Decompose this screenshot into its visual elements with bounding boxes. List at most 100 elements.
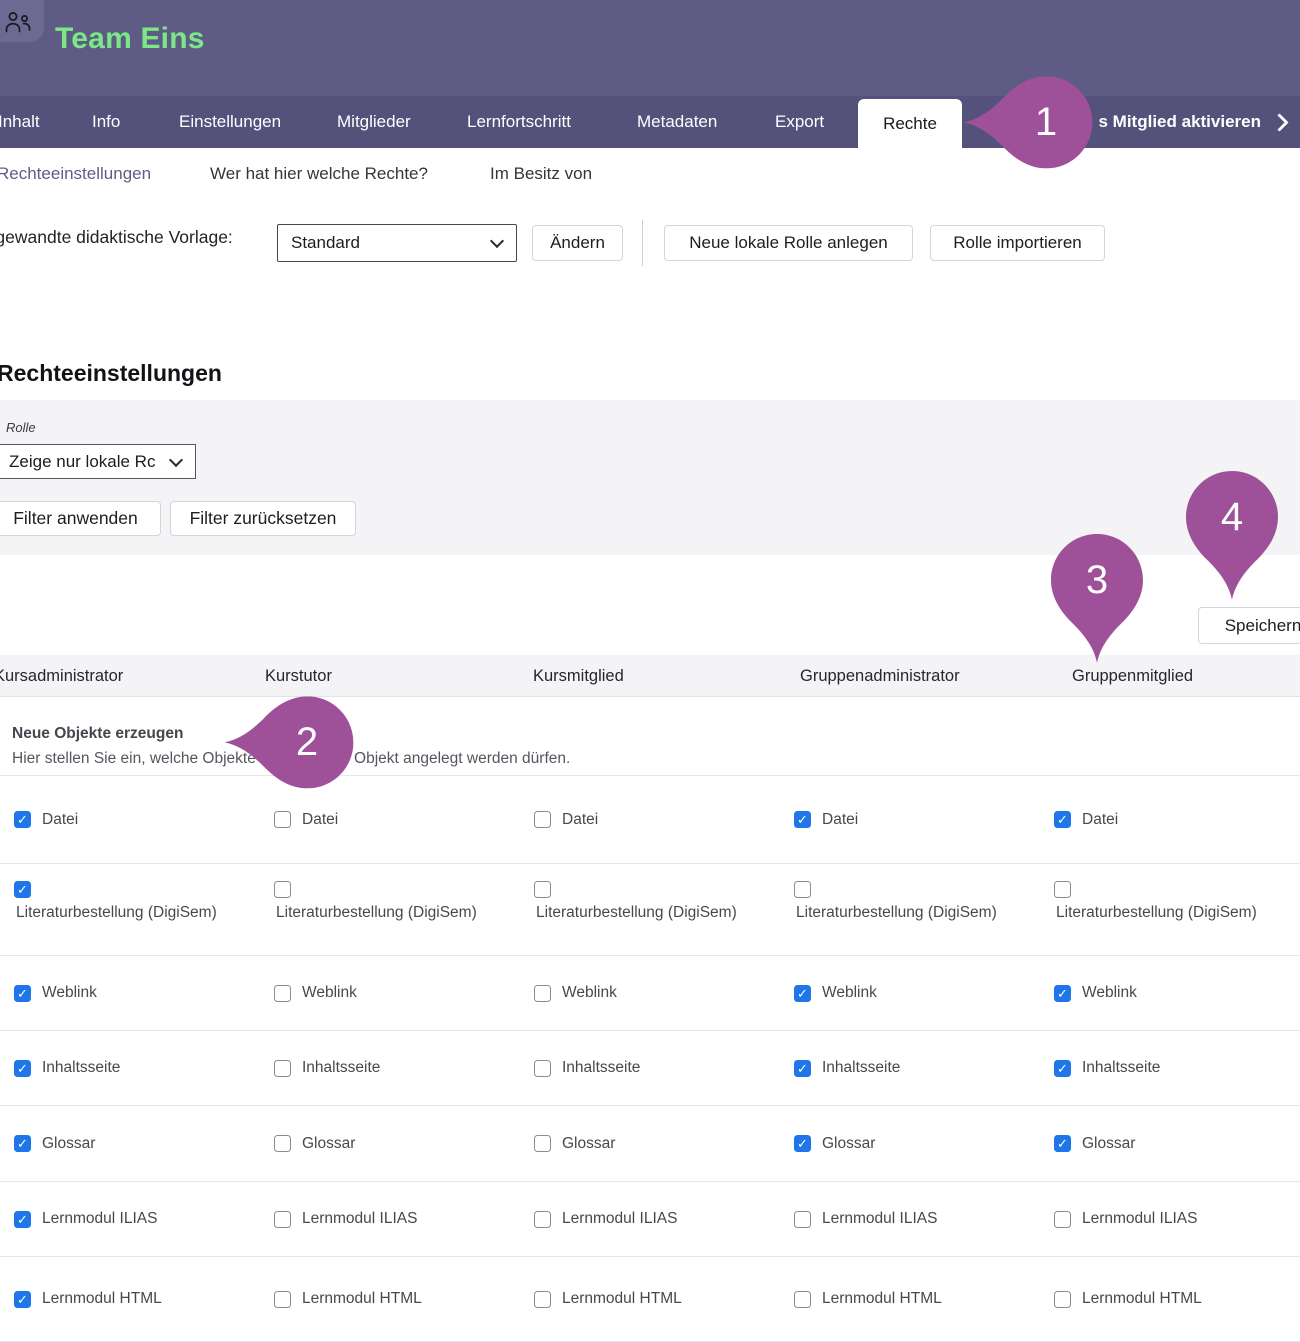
permission-literaturbestellung-digisem-gruppenmitglied[interactable]: Literaturbestellung (DigiSem) [1054,864,1257,955]
unchecked-checkbox-icon[interactable] [534,881,551,898]
checked-checkbox-icon[interactable]: ✓ [794,811,811,828]
permission-literaturbestellung-digisem-kursadministrator[interactable]: ✓Literaturbestellung (DigiSem) [14,864,217,955]
permission-lernmodul-ilias-kursmitglied[interactable]: Lernmodul ILIAS [534,1182,677,1256]
permission-weblink-kursmitglied[interactable]: Weblink [534,956,617,1030]
tab-lernfortschritt[interactable]: Lernfortschritt [467,96,571,148]
permission-lernmodul-ilias-kursadministrator[interactable]: ✓Lernmodul ILIAS [14,1182,157,1256]
checked-checkbox-icon[interactable]: ✓ [14,1060,31,1077]
tab-inhalt[interactable]: Inhalt [0,96,40,148]
permission-inhaltsseite-gruppenadministrator[interactable]: ✓Inhaltsseite [794,1031,900,1105]
unchecked-checkbox-icon[interactable] [794,881,811,898]
unchecked-checkbox-icon[interactable] [274,1060,291,1077]
window-header: Team Eins [0,0,1300,96]
unchecked-checkbox-icon[interactable] [274,985,291,1002]
subtab-wer-hat-hier-welche-rechte[interactable]: Wer hat hier welche Rechte? [210,148,428,200]
permission-inhaltsseite-kursmitglied[interactable]: Inhaltsseite [534,1031,640,1105]
unchecked-checkbox-icon[interactable] [274,1291,291,1308]
checkbox-label: Lernmodul HTML [302,1290,422,1308]
permission-lernmodul-ilias-gruppenadministrator[interactable]: Lernmodul ILIAS [794,1182,937,1256]
unchecked-checkbox-icon[interactable] [534,1211,551,1228]
tab-mitglieder[interactable]: Mitglieder [337,96,411,148]
import-role-button[interactable]: Rolle importieren [930,225,1105,261]
tab-metadaten[interactable]: Metadaten [637,96,717,148]
unchecked-checkbox-icon[interactable] [274,881,291,898]
permission-glossar-gruppenmitglied[interactable]: ✓Glossar [1054,1106,1135,1181]
permission-glossar-kursmitglied[interactable]: Glossar [534,1106,615,1181]
permission-lernmodul-html-kursmitglied[interactable]: Lernmodul HTML [534,1257,682,1341]
permission-lernmodul-html-kurstutor[interactable]: Lernmodul HTML [274,1257,422,1341]
subtab-im-besitz-von[interactable]: Im Besitz von [490,148,592,200]
new-local-role-button[interactable]: Neue lokale Rolle anlegen [664,225,913,261]
unchecked-checkbox-icon[interactable] [1054,1291,1071,1308]
unchecked-checkbox-icon[interactable] [274,811,291,828]
permission-lernmodul-ilias-gruppenmitglied[interactable]: Lernmodul ILIAS [1054,1182,1197,1256]
permission-glossar-kurstutor[interactable]: Glossar [274,1106,355,1181]
subtab-rechteeinstellungen[interactable]: Rechteeinstellungen [0,148,151,200]
didactic-template-select[interactable]: Standard [277,224,517,262]
permission-literaturbestellung-digisem-kursmitglied[interactable]: Literaturbestellung (DigiSem) [534,864,737,955]
save-button[interactable]: Speichern [1198,607,1300,644]
checked-checkbox-icon[interactable]: ✓ [14,985,31,1002]
unchecked-checkbox-icon[interactable] [794,1291,811,1308]
checkbox-label: Lernmodul HTML [562,1290,682,1308]
checked-checkbox-icon[interactable]: ✓ [794,985,811,1002]
permission-weblink-kursadministrator[interactable]: ✓ Weblink [14,956,97,1030]
tab-overflow-action[interactable]: s Mitglied aktivieren [1099,96,1293,148]
sub-tab-bar: Rechteeinstellungen Wer hat hier welche R… [0,148,1300,200]
permission-row-datei: ✓Datei Datei Datei ✓Datei ✓Datei [0,776,1300,864]
unchecked-checkbox-icon[interactable] [1054,881,1071,898]
didactic-template-label: Angewandte didaktische Vorlage: [0,227,233,248]
permission-literaturbestellung-digisem-gruppenadministrator[interactable]: Literaturbestellung (DigiSem) [794,864,997,955]
permission-lernmodul-html-gruppenadministrator[interactable]: Lernmodul HTML [794,1257,942,1341]
tab-export[interactable]: Export [775,96,824,148]
role-filter-select[interactable]: Zeige nur lokale Rc [0,444,196,479]
change-button[interactable]: Ändern [532,225,623,261]
permission-datei-gruppenmitglied[interactable]: ✓Datei [1054,776,1118,863]
filter-reset-button[interactable]: Filter zurücksetzen [170,501,356,536]
checked-checkbox-icon[interactable]: ✓ [1054,811,1071,828]
checked-checkbox-icon[interactable]: ✓ [1054,1135,1071,1152]
permission-datei-gruppenadministrator[interactable]: ✓Datei [794,776,858,863]
checked-checkbox-icon[interactable]: ✓ [14,1291,31,1308]
tab-rechte-active[interactable]: Rechte [858,99,962,148]
unchecked-checkbox-icon[interactable] [534,1291,551,1308]
unchecked-checkbox-icon[interactable] [1054,1211,1071,1228]
checked-checkbox-icon[interactable]: ✓ [14,881,31,898]
checked-checkbox-icon[interactable]: ✓ [794,1060,811,1077]
tab-einstellungen[interactable]: Einstellungen [179,96,281,148]
column-header-kursadministrator: Kursadministrator [0,655,123,697]
checkbox-label: Lernmodul ILIAS [302,1210,417,1228]
unchecked-checkbox-icon[interactable] [534,811,551,828]
unchecked-checkbox-icon[interactable] [534,1060,551,1077]
tab-info[interactable]: Info [92,96,120,148]
permission-glossar-gruppenadministrator[interactable]: ✓Glossar [794,1106,875,1181]
checked-checkbox-icon[interactable]: ✓ [794,1135,811,1152]
permission-inhaltsseite-kursadministrator[interactable]: ✓Inhaltsseite [14,1031,120,1105]
permission-lernmodul-ilias-kurstutor[interactable]: Lernmodul ILIAS [274,1182,417,1256]
permission-inhaltsseite-kurstutor[interactable]: Inhaltsseite [274,1031,380,1105]
permission-glossar-kursadministrator[interactable]: ✓Glossar [14,1106,95,1181]
permission-datei-kursmitglied[interactable]: Datei [534,776,598,863]
unchecked-checkbox-icon[interactable] [274,1135,291,1152]
permission-datei-kurstutor[interactable]: Datei [274,776,338,863]
checkbox-label: Weblink [42,984,97,1002]
permission-inhaltsseite-gruppenmitglied[interactable]: ✓Inhaltsseite [1054,1031,1160,1105]
filter-apply-button[interactable]: Filter anwenden [0,501,161,536]
permission-lernmodul-html-gruppenmitglied[interactable]: Lernmodul HTML [1054,1257,1202,1341]
unchecked-checkbox-icon[interactable] [794,1211,811,1228]
unchecked-checkbox-icon[interactable] [274,1211,291,1228]
checked-checkbox-icon[interactable]: ✓ [14,1211,31,1228]
permission-datei-kursadministrator[interactable]: ✓Datei [14,776,78,863]
unchecked-checkbox-icon[interactable] [534,985,551,1002]
permission-weblink-gruppenadministrator[interactable]: ✓Weblink [794,956,877,1030]
checked-checkbox-icon[interactable]: ✓ [1054,1060,1071,1077]
checked-checkbox-icon[interactable]: ✓ [14,1135,31,1152]
checked-checkbox-icon[interactable]: ✓ [1054,985,1071,1002]
permission-literaturbestellung-digisem-kurstutor[interactable]: Literaturbestellung (DigiSem) [274,864,477,955]
checked-checkbox-icon[interactable]: ✓ [14,811,31,828]
permission-weblink-gruppenmitglied[interactable]: ✓Weblink [1054,956,1137,1030]
permission-weblink-kurstutor[interactable]: Weblink [274,956,357,1030]
unchecked-checkbox-icon[interactable] [534,1135,551,1152]
permission-lernmodul-html-kursadministrator[interactable]: ✓Lernmodul HTML [14,1257,162,1341]
column-header-kursmitglied: Kursmitglied [533,655,624,697]
